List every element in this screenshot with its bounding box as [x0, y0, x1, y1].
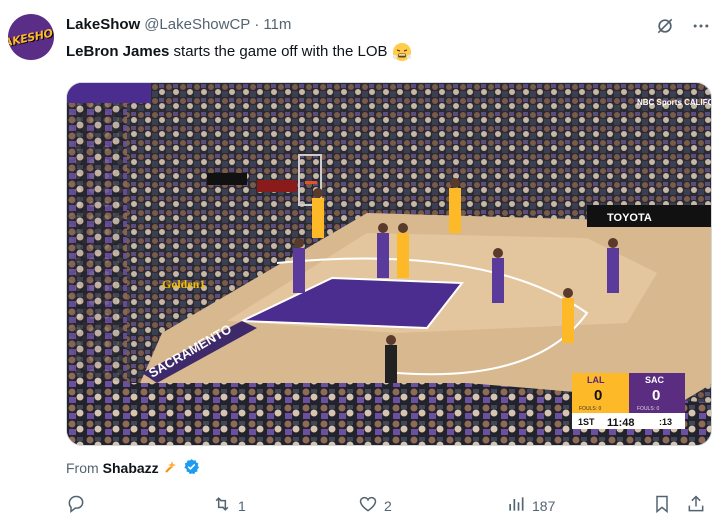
retweet-count: 1 [238, 497, 246, 514]
steam-face-emoji-icon [392, 42, 412, 62]
top-icons [653, 14, 713, 38]
separator: · [254, 16, 260, 33]
tweet-header: LakeShow @LakeShowCP · 11m [66, 16, 667, 33]
heart-icon [358, 494, 378, 517]
video-player[interactable]: SACRAMENTO TOYOTA Golden1 NBC Sports CAL… [66, 82, 712, 446]
home-score: 0 [594, 387, 602, 404]
like-button[interactable]: 2 [358, 494, 392, 517]
action-bar: 1 2 187 [60, 494, 720, 518]
retweet-icon [212, 494, 232, 517]
avatar[interactable]: LAKESHOW [8, 14, 54, 60]
share-icon [686, 494, 706, 517]
away-fouls: FOULS: 0 [637, 406, 659, 412]
views-icon [506, 494, 526, 517]
views-button[interactable]: 187 [506, 494, 555, 517]
source-attribution: From Shabazz [66, 458, 200, 478]
reply-icon [66, 494, 86, 517]
timestamp[interactable]: 11m [263, 16, 291, 33]
display-name[interactable]: LakeShow [66, 16, 140, 33]
away-team: SAC [645, 375, 665, 385]
source-name[interactable]: Shabazz [103, 460, 159, 476]
verified-badge-icon [183, 458, 200, 478]
retweet-button[interactable]: 1 [212, 494, 246, 517]
reply-button[interactable] [66, 494, 92, 517]
ad-golden1: Golden1 [162, 277, 205, 291]
tweet-text: LeBron James starts the game off with th… [66, 42, 412, 62]
more-icon[interactable] [689, 14, 713, 38]
away-score: 0 [652, 387, 660, 404]
avatar-logo-text: LAKESHOW [8, 23, 54, 51]
scoreboard: LAL SAC 0 0 FOULS: 0 FOULS: 0 1ST 11:48 … [572, 373, 685, 429]
bookmark-button[interactable] [652, 494, 672, 517]
grok-icon[interactable] [653, 14, 677, 38]
share-button[interactable] [686, 494, 706, 517]
period: 1ST [578, 417, 595, 427]
bookmark-icon [652, 494, 672, 517]
views-count: 187 [532, 497, 556, 514]
tweet-body: starts the game off with the LOB [169, 43, 388, 60]
mention-name: LeBron James [66, 43, 170, 60]
sparkle-emoji-icon [163, 459, 179, 478]
source-prefix: From [66, 460, 99, 476]
shot-clock: :13 [659, 417, 672, 427]
home-team: LAL [587, 375, 605, 385]
home-fouls: FOULS: 0 [579, 406, 601, 412]
handle[interactable]: @LakeShowCP [144, 16, 250, 33]
ad-toyota: TOYOTA [607, 212, 652, 224]
basketball-court-scene: SACRAMENTO TOYOTA Golden1 NBC Sports CAL… [67, 83, 712, 445]
like-count: 2 [384, 497, 392, 514]
network-badge: NBC Sports CALIFORNIA [637, 98, 712, 107]
game-clock: 11:48 [607, 417, 635, 429]
